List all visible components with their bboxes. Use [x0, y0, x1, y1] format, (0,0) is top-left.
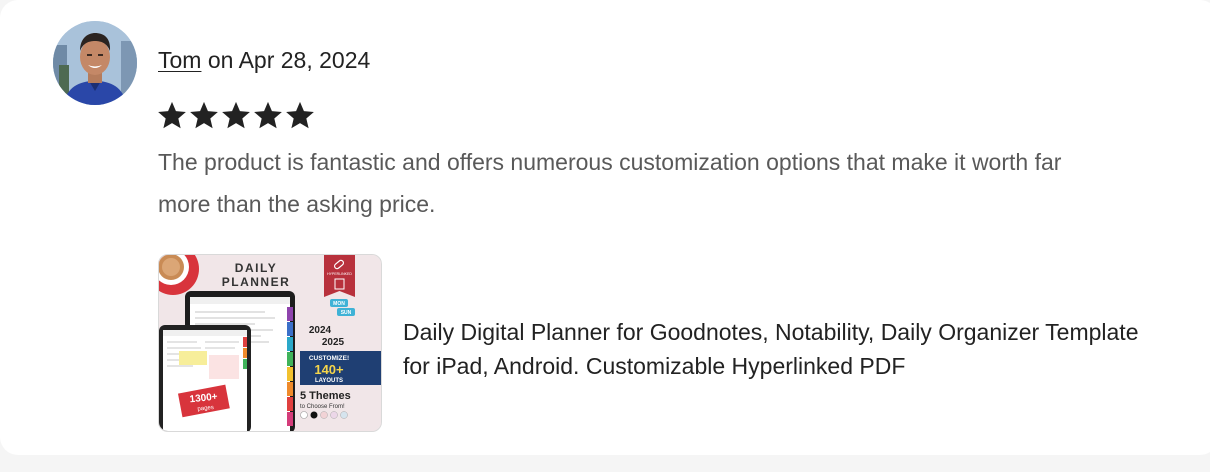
- badge-line-1: CUSTOMIZE!: [309, 355, 349, 362]
- byline-on: on: [201, 47, 239, 73]
- reviewer-avatar[interactable]: [53, 21, 137, 105]
- avatar-photo: [53, 21, 137, 105]
- hyperlinked-label: HYPERLINKED: [327, 272, 352, 276]
- year-1: 2024: [309, 325, 332, 336]
- themes-line-1: 5 Themes: [300, 390, 351, 402]
- image-heading-1: DAILY: [235, 261, 277, 275]
- badge-line-2: 140+: [314, 362, 344, 377]
- product-title-link[interactable]: Daily Digital Planner for Goodnotes, Not…: [403, 315, 1163, 383]
- year-2: 2025: [322, 337, 345, 348]
- review-byline: Tom on Apr 28, 2024: [158, 45, 370, 75]
- star-icon: [254, 101, 282, 129]
- star-rating: [156, 99, 316, 131]
- product-image: DAILY PLANNER HYPERLINKED MON SUN 2024 2…: [159, 255, 381, 431]
- themes-line-2: to Choose From!: [300, 404, 345, 410]
- tag-mon: MON: [333, 301, 345, 307]
- tag-sun: SUN: [341, 310, 352, 316]
- review-date: Apr 28, 2024: [238, 47, 371, 73]
- badge-line-3: LAYOUTS: [315, 378, 343, 384]
- review-text: The product is fantastic and offers nume…: [158, 149, 1062, 217]
- star-icon: [286, 101, 314, 129]
- product-thumbnail[interactable]: DAILY PLANNER HYPERLINKED MON SUN 2024 2…: [158, 254, 382, 432]
- star-icon: [222, 101, 250, 129]
- star-icon: [190, 101, 218, 129]
- review-card: Tom on Apr 28, 2024 The product is fanta…: [0, 0, 1210, 455]
- reviewer-name-link[interactable]: Tom: [158, 47, 201, 73]
- image-heading-2: PLANNER: [222, 275, 291, 289]
- star-icon: [158, 101, 186, 129]
